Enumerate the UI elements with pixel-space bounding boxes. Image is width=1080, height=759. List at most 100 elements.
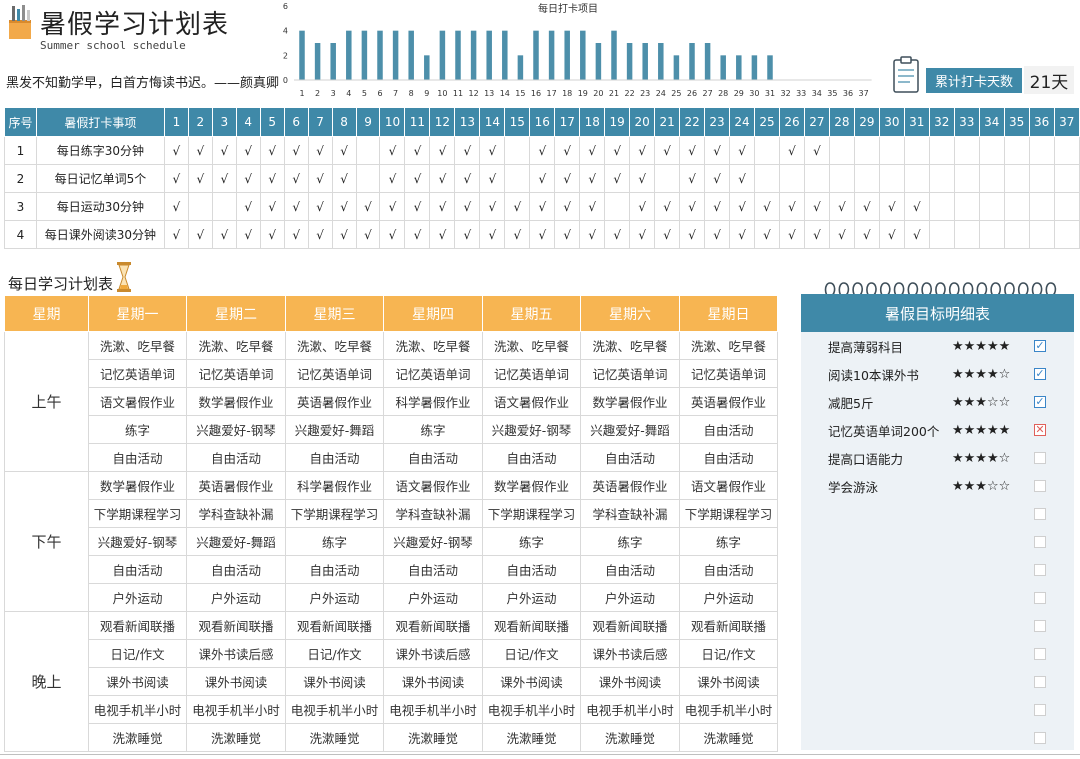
checkin-mark-cell[interactable]: √ <box>629 192 656 221</box>
goal-checkbox[interactable] <box>1034 676 1046 688</box>
plan-activity-cell[interactable]: 自由活动 <box>285 443 384 472</box>
checkin-mark-cell[interactable]: √ <box>529 192 556 221</box>
checkin-mark-cell[interactable]: √ <box>307 164 333 193</box>
plan-activity-cell[interactable]: 电视手机半小时 <box>285 695 384 724</box>
checkin-mark-cell[interactable] <box>928 220 955 249</box>
checkin-mark-cell[interactable]: √ <box>259 136 285 165</box>
plan-activity-cell[interactable]: 自由活动 <box>88 555 187 584</box>
checkin-mark-cell[interactable] <box>754 164 780 193</box>
checkin-mark-cell[interactable]: √ <box>479 192 506 221</box>
checkin-mark-cell[interactable] <box>1053 220 1080 249</box>
checkin-mark-cell[interactable] <box>1053 192 1080 221</box>
plan-activity-cell[interactable]: 洗漱、吃早餐 <box>580 331 680 360</box>
checkin-mark-cell[interactable]: √ <box>235 220 261 249</box>
checkin-mark-cell[interactable]: √ <box>307 192 333 221</box>
plan-activity-cell[interactable]: 户外运动 <box>482 583 581 612</box>
goal-checkbox[interactable] <box>1034 648 1046 660</box>
checkin-mark-cell[interactable]: √ <box>235 164 261 193</box>
plan-activity-cell[interactable]: 洗漱睡觉 <box>186 723 286 752</box>
goal-checkbox[interactable] <box>1034 480 1046 492</box>
checkin-mark-cell[interactable]: √ <box>379 192 406 221</box>
checkin-mark-cell[interactable]: √ <box>429 220 456 249</box>
checkin-mark-cell[interactable] <box>1053 164 1080 193</box>
checkin-mark-cell[interactable]: √ <box>778 220 805 249</box>
checkin-mark-cell[interactable]: √ <box>404 164 431 193</box>
plan-activity-cell[interactable]: 洗漱、吃早餐 <box>679 331 778 360</box>
checkin-mark-cell[interactable]: √ <box>604 220 631 249</box>
plan-activity-cell[interactable]: 自由活动 <box>679 415 778 444</box>
plan-activity-cell[interactable]: 语文暑假作业 <box>88 387 187 416</box>
plan-activity-cell[interactable]: 课外书阅读 <box>482 667 581 696</box>
plan-activity-cell[interactable]: 英语暑假作业 <box>186 471 286 500</box>
plan-activity-cell[interactable]: 学科查缺补漏 <box>580 499 680 528</box>
plan-activity-cell[interactable]: 自由活动 <box>186 555 286 584</box>
plan-activity-cell[interactable]: 科学暑假作业 <box>383 387 483 416</box>
plan-activity-cell[interactable]: 电视手机半小时 <box>580 695 680 724</box>
checkin-mark-cell[interactable] <box>803 164 830 193</box>
checkin-mark-cell[interactable]: √ <box>778 192 805 221</box>
checkin-mark-cell[interactable]: √ <box>604 164 631 193</box>
checkin-mark-cell[interactable]: √ <box>454 136 481 165</box>
goal-checkbox[interactable] <box>1034 620 1046 632</box>
checkin-mark-cell[interactable]: √ <box>235 192 261 221</box>
checkin-mark-cell[interactable]: √ <box>579 220 606 249</box>
plan-activity-cell[interactable]: 练字 <box>88 415 187 444</box>
checkin-mark-cell[interactable] <box>604 192 631 221</box>
checkin-mark-cell[interactable]: √ <box>379 164 406 193</box>
plan-activity-cell[interactable]: 自由活动 <box>88 443 187 472</box>
plan-activity-cell[interactable]: 课外书读后感 <box>580 639 680 668</box>
checkin-mark-cell[interactable]: √ <box>211 220 237 249</box>
plan-activity-cell[interactable]: 自由活动 <box>186 443 286 472</box>
checkin-mark-cell[interactable]: √ <box>187 136 213 165</box>
checkin-mark-cell[interactable] <box>928 136 955 165</box>
checkin-mark-cell[interactable] <box>903 136 930 165</box>
checkin-mark-cell[interactable]: √ <box>604 136 631 165</box>
goal-checkbox[interactable] <box>1034 536 1046 548</box>
plan-activity-cell[interactable]: 户外运动 <box>88 583 187 612</box>
plan-activity-cell[interactable]: 自由活动 <box>285 555 384 584</box>
checkin-mark-cell[interactable]: √ <box>235 136 261 165</box>
plan-activity-cell[interactable]: 洗漱、吃早餐 <box>383 331 483 360</box>
plan-activity-cell[interactable]: 记忆英语单词 <box>285 359 384 388</box>
plan-activity-cell[interactable]: 兴趣爱好-舞蹈 <box>580 415 680 444</box>
plan-activity-cell[interactable]: 电视手机半小时 <box>88 695 187 724</box>
checkin-mark-cell[interactable]: √ <box>454 192 481 221</box>
checkin-mark-cell[interactable]: √ <box>259 192 285 221</box>
goal-checkbox[interactable] <box>1034 592 1046 604</box>
plan-activity-cell[interactable]: 户外运动 <box>186 583 286 612</box>
plan-activity-cell[interactable]: 兴趣爱好-钢琴 <box>383 527 483 556</box>
plan-activity-cell[interactable]: 兴趣爱好-舞蹈 <box>285 415 384 444</box>
plan-activity-cell[interactable]: 课外书阅读 <box>285 667 384 696</box>
plan-activity-cell[interactable]: 兴趣爱好-舞蹈 <box>186 527 286 556</box>
checkin-mark-cell[interactable] <box>953 192 980 221</box>
checkin-mark-cell[interactable]: √ <box>853 192 880 221</box>
checkin-mark-cell[interactable]: √ <box>529 136 556 165</box>
checkin-mark-cell[interactable] <box>978 164 1005 193</box>
plan-activity-cell[interactable]: 观看新闻联播 <box>679 611 778 640</box>
plan-activity-cell[interactable]: 记忆英语单词 <box>482 359 581 388</box>
checkin-mark-cell[interactable] <box>187 192 213 221</box>
checkin-mark-cell[interactable]: √ <box>529 220 556 249</box>
checkin-mark-cell[interactable] <box>1053 136 1080 165</box>
checkin-mark-cell[interactable]: √ <box>903 220 930 249</box>
checkin-mark-cell[interactable] <box>903 164 930 193</box>
checkin-mark-cell[interactable]: √ <box>454 164 481 193</box>
checkin-mark-cell[interactable]: √ <box>404 192 431 221</box>
plan-activity-cell[interactable]: 日记/作文 <box>482 639 581 668</box>
checkin-mark-cell[interactable]: √ <box>454 220 481 249</box>
plan-activity-cell[interactable]: 数学暑假作业 <box>580 387 680 416</box>
plan-activity-cell[interactable]: 课外书阅读 <box>383 667 483 696</box>
plan-activity-cell[interactable]: 日记/作文 <box>285 639 384 668</box>
checkin-mark-cell[interactable] <box>778 164 805 193</box>
plan-activity-cell[interactable]: 自由活动 <box>482 555 581 584</box>
plan-activity-cell[interactable]: 课外书阅读 <box>186 667 286 696</box>
plan-activity-cell[interactable]: 下学期课程学习 <box>88 499 187 528</box>
plan-activity-cell[interactable]: 户外运动 <box>383 583 483 612</box>
checkin-mark-cell[interactable] <box>978 220 1005 249</box>
plan-activity-cell[interactable]: 记忆英语单词 <box>88 359 187 388</box>
checkin-mark-cell[interactable] <box>504 164 531 193</box>
checkin-mark-cell[interactable]: √ <box>679 164 706 193</box>
checkin-mark-cell[interactable]: √ <box>878 220 905 249</box>
checkin-mark-cell[interactable]: √ <box>429 164 456 193</box>
checkin-mark-cell[interactable]: √ <box>331 136 357 165</box>
